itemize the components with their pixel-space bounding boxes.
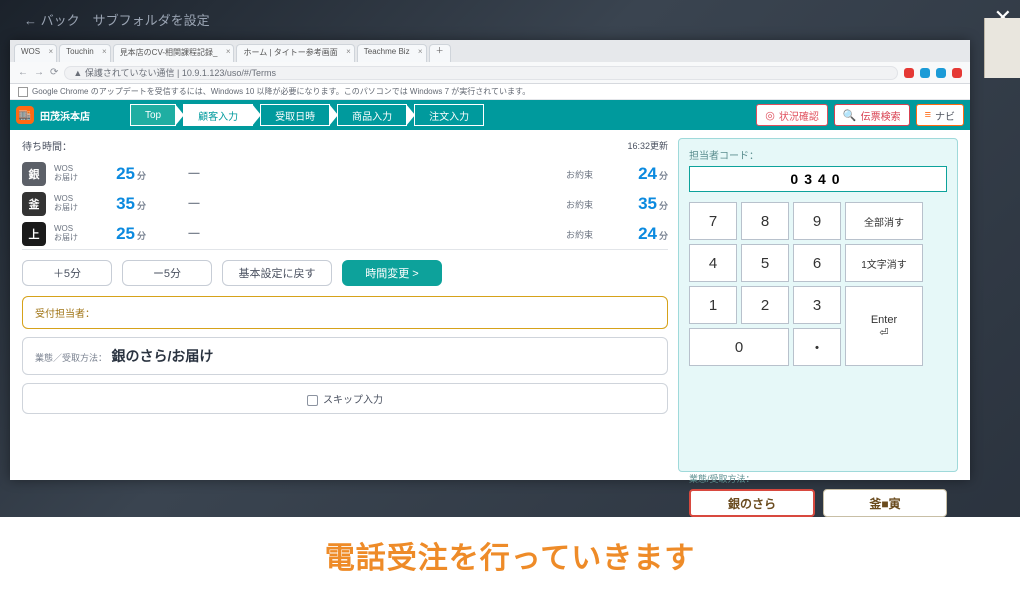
close-icon[interactable]: × (346, 47, 351, 56)
close-icon[interactable]: × (102, 47, 107, 56)
brand-chip-kama: 釜 (22, 192, 46, 216)
wait-row: 銀 WOSお届け 25分 ー お約束 24分 (22, 159, 668, 189)
reception-staff-box[interactable]: 受付担当者： (22, 296, 668, 329)
extension-icon[interactable] (904, 68, 914, 78)
brand-chip-gin: 銀 (22, 162, 46, 186)
key-dot[interactable]: ・ (793, 328, 841, 366)
delivery-minutes: 25分 (86, 224, 146, 244)
brand-method-value: 銀のさら/お届け (111, 348, 213, 364)
step-item-input[interactable]: 商品入力 (337, 104, 407, 126)
forward-icon[interactable]: → (34, 67, 44, 78)
app-root: 🏬 田茂浜本店 Top 顧客入力 受取日時 商品入力 注文入力 ◎状況確認 � (10, 100, 970, 480)
browser-tab[interactable]: Touchin× (59, 44, 111, 62)
browser-tab[interactable]: Teachme Biz× (357, 44, 427, 62)
brand-method-label: 業態／受取方法： (35, 353, 107, 363)
promise-minutes: 24分 (628, 164, 668, 184)
wait-row: 上 WOSお届け 25分 ー お約束 24分 (22, 219, 668, 249)
promise-label: お約束 (566, 198, 620, 211)
dash: ー (154, 164, 234, 184)
extension-icon[interactable] (920, 68, 930, 78)
close-icon[interactable]: × (226, 47, 231, 56)
key-3[interactable]: 3 (793, 286, 841, 324)
dash: ー (154, 194, 234, 214)
promise-minutes: 35分 (628, 194, 668, 214)
key-backspace[interactable]: 1文字消す (845, 244, 923, 282)
background-title: ← バック サブフォルダを設定 (24, 10, 210, 29)
reset-default-button[interactable]: 基本設定に戻す (222, 260, 332, 286)
store-name: 田茂浜本店 (40, 108, 90, 123)
method-kama-button[interactable]: 釜■寅 (823, 489, 947, 517)
skip-input-box[interactable]: スキップ入力 (22, 383, 668, 414)
search-icon: 🔍 (843, 109, 857, 122)
key-7[interactable]: 7 (689, 202, 737, 240)
browser-tab-strip: WOS× Touchin× 見本店のCV-相関課程記録_× ホーム | タイトー… (10, 40, 970, 62)
url-field[interactable]: ▲ 保護されていない通信 | 10.9.1.123/uso/#/Terms (64, 66, 898, 80)
apply-time-button[interactable]: 時間変更 > (342, 260, 442, 286)
step-order-input[interactable]: 注文入力 (414, 104, 484, 126)
step-pickup-time[interactable]: 受取日時 (260, 104, 330, 126)
extension-icon[interactable] (952, 68, 962, 78)
key-1[interactable]: 1 (689, 286, 737, 324)
browser-tab[interactable]: 見本店のCV-相関課程記録_× (113, 44, 235, 62)
lock-warning-icon: ▲ (73, 68, 84, 78)
close-icon[interactable]: × (418, 47, 423, 56)
method-label: 業態/受取方法： (689, 472, 947, 485)
chrome-warning-bar: Google Chrome のアップデートを受信するには、Windows 10 … (10, 84, 970, 100)
delivery-minutes: 35分 (86, 194, 146, 214)
plus-5min-button[interactable]: ＋5分 (22, 260, 112, 286)
key-enter[interactable]: Enter⏎ (845, 286, 923, 366)
step-nav: Top 顧客入力 受取日時 商品入力 注文入力 (130, 104, 484, 126)
dash: ー (154, 224, 234, 244)
status-check-button[interactable]: ◎状況確認 (756, 104, 828, 126)
nav-button[interactable]: ≡ナビ (916, 104, 964, 126)
checkbox-icon[interactable] (307, 395, 318, 406)
close-icon[interactable]: × (48, 47, 53, 56)
key-4[interactable]: 4 (689, 244, 737, 282)
video-caption-bar: 電話受注を行っていきます (0, 517, 1020, 593)
caption-text: 電話受注を行っていきます (325, 533, 696, 577)
browser-tab[interactable]: ホーム | タイトー参考画面× (236, 44, 354, 62)
key-5[interactable]: 5 (741, 244, 789, 282)
wait-time-label: 待ち時間： (22, 138, 72, 153)
step-customer-input[interactable]: 顧客入力 (183, 104, 253, 126)
address-bar: ← → ⟳ ▲ 保護されていない通信 | 10.9.1.123/uso/#/Te… (10, 62, 970, 84)
status-icon: ◎ (765, 109, 775, 122)
staff-code-label: 担当者コード： (689, 147, 947, 162)
wait-row: 釜 WOSお届け 35分 ー お約束 35分 (22, 189, 668, 219)
menu-icon: ≡ (925, 109, 931, 121)
brand-method-box: 業態／受取方法： 銀のさら/お届け (22, 337, 668, 375)
monitor: WOS× Touchin× 見本店のCV-相関課程記録_× ホーム | タイトー… (10, 40, 970, 480)
key-9[interactable]: 9 (793, 202, 841, 240)
key-2[interactable]: 2 (741, 286, 789, 324)
step-top[interactable]: Top (130, 104, 176, 126)
staff-code-input[interactable] (689, 166, 947, 192)
method-gin-button[interactable]: 銀のさら (689, 489, 815, 517)
minus-5min-button[interactable]: ー5分 (122, 260, 212, 286)
delivery-minutes: 25分 (86, 164, 146, 184)
updated-time: 16:32更新 (627, 139, 668, 152)
key-0[interactable]: 0 (689, 328, 789, 366)
store-icon: 🏬 (16, 106, 34, 124)
staff-code-panel: 担当者コード： 7 8 9 全部消す 4 5 6 1文字消す 1 2 3 (678, 138, 958, 472)
slip-search-button[interactable]: 🔍伝票検索 (834, 104, 910, 126)
promise-label: お約束 (566, 168, 620, 181)
key-6[interactable]: 6 (793, 244, 841, 282)
brand-chip-jo: 上 (22, 222, 46, 246)
new-tab-button[interactable]: ＋ (429, 44, 451, 62)
promise-label: お約束 (566, 228, 620, 241)
promise-minutes: 24分 (628, 224, 668, 244)
reload-icon[interactable]: ⟳ (50, 67, 58, 78)
key-8[interactable]: 8 (741, 202, 789, 240)
numeric-keypad: 7 8 9 全部消す 4 5 6 1文字消す 1 2 3 Enter⏎ 0 ・ (689, 202, 947, 366)
extension-icon[interactable] (936, 68, 946, 78)
browser-tab[interactable]: WOS× (14, 44, 57, 62)
back-icon[interactable]: ← (18, 67, 28, 78)
app-header: 🏬 田茂浜本店 Top 顧客入力 受取日時 商品入力 注文入力 ◎状況確認 � (10, 100, 970, 130)
key-clear-all[interactable]: 全部消す (845, 202, 923, 240)
paper-edge (984, 18, 1020, 78)
